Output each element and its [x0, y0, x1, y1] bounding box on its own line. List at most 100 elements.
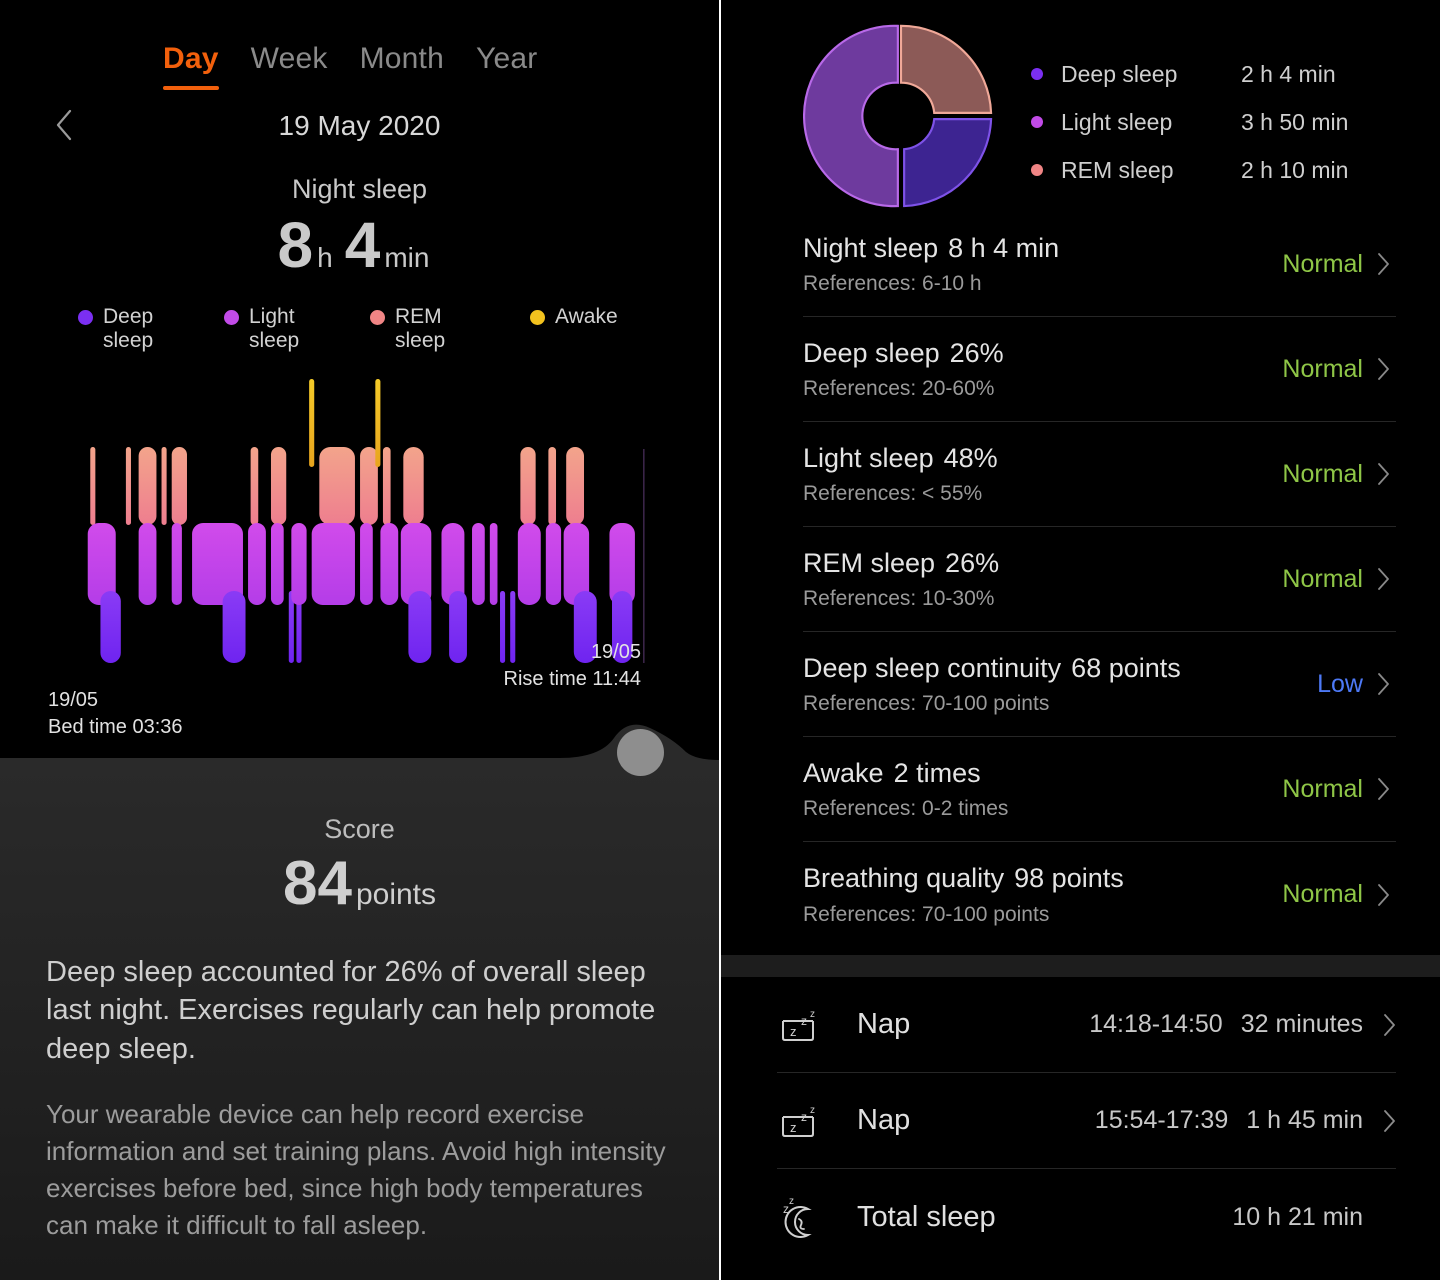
metric-value: 8 h 4 min [948, 232, 1060, 263]
metric-reference: References: 20-60% [803, 377, 995, 401]
hypnogram-bar-rem [520, 447, 536, 526]
chevron-right-icon[interactable] [1377, 567, 1390, 591]
status-badge: Normal [1282, 249, 1363, 278]
chevron-right-icon[interactable] [1377, 883, 1390, 907]
chevron-right-icon[interactable] [1383, 1109, 1396, 1133]
hypnogram-bar-rem [403, 447, 424, 526]
chevron-right-icon[interactable] [1377, 252, 1390, 276]
svg-text:z: z [810, 1105, 815, 1116]
nap-zz-icon: zzz [777, 1101, 839, 1141]
status-badge: Normal [1282, 880, 1363, 908]
hypnogram-bar-light [171, 523, 182, 606]
donut-svg [803, 24, 993, 208]
legend-rem-line1: REM [395, 305, 442, 328]
rise-time: Rise time 11:44 [503, 668, 641, 691]
naps-list: z z z Nap 14:18-14:50 32 minutes z z z Nap 15:54-1… [721, 977, 1440, 1265]
hypnogram-bar-rem [382, 447, 391, 526]
donut-legend: Deep sleep 2 h 4 min Light sleep 3 h 50 … [1031, 18, 1440, 212]
metric-reference: References: < 55% [803, 482, 983, 506]
deep-sleep-legend-value: 2 h 4 min [1241, 60, 1336, 87]
nap-duration: 1 h 45 min [1246, 1106, 1363, 1134]
light-sleep-color-dot [224, 310, 239, 325]
metric-row[interactable]: Awake 2 times References: 0-2 times Normal [803, 737, 1396, 842]
metric-status-group[interactable]: Normal [1282, 565, 1396, 594]
rem-sleep-color-dot [370, 310, 385, 325]
rem-sleep-dot [1031, 164, 1043, 176]
svg-text:z: z [790, 1120, 797, 1135]
donut-segment-deep [903, 118, 993, 208]
legend-light-line1: Light [249, 305, 295, 328]
metric-title: Awake 2 times [803, 757, 1008, 791]
metric-status-group[interactable]: Normal [1282, 775, 1396, 804]
nap-time-range: 14:18-14:50 [1089, 1010, 1223, 1038]
metric-row[interactable]: Light sleep 48% References: < 55% Normal [803, 422, 1396, 527]
metric-status-group[interactable]: Normal [1282, 355, 1396, 384]
metric-status-group[interactable]: Normal [1282, 460, 1396, 489]
chevron-right-icon[interactable] [1377, 357, 1390, 381]
metric-reference: References: 70-100 points [803, 902, 1050, 926]
sleep-metrics-list: Night sleep 8 h 4 min References: 6-10 h No… [721, 212, 1440, 947]
chevron-right-icon[interactable] [1377, 462, 1390, 486]
metric-name: REM sleep [803, 547, 936, 578]
nap-row[interactable]: z z z Nap 15:54-17:39 1 h 45 min [777, 1073, 1396, 1169]
metric-value: 68 points [1071, 652, 1181, 683]
metric-value: 26% [949, 337, 1004, 368]
metric-name: Night sleep [803, 232, 939, 263]
tab-month[interactable]: Month [360, 42, 444, 90]
metric-title: REM sleep 26% [803, 547, 999, 581]
rem-sleep-legend-label: REM sleep [1061, 156, 1174, 183]
chevron-right-icon[interactable] [1377, 777, 1390, 801]
legend-item-light-sleep: Light sleep [224, 305, 370, 353]
night-sleep-duration: 8 h 4 min [0, 213, 719, 277]
awake-color-dot [530, 310, 545, 325]
score-number: 84 [282, 849, 352, 918]
duration-minutes-unit: min [384, 242, 430, 273]
hypnogram-bar-rem [360, 447, 378, 526]
metric-row[interactable]: Deep sleep continuity 68 points References… [803, 632, 1396, 737]
metric-row[interactable]: REM sleep 26% References: 10-30% Normal [803, 527, 1396, 632]
metric-status-group[interactable]: Normal [1282, 250, 1396, 279]
metric-reference: References: 10-30% [803, 587, 995, 611]
hypnogram-bar-rem [250, 447, 259, 526]
night-sleep-label: Night sleep [291, 174, 428, 204]
duration-minutes: 4 [344, 209, 381, 281]
hypnogram-chart: 19/05 Rise time 11:44 19/05 Bed time 03:… [0, 371, 719, 738]
nap-row[interactable]: z z z Nap 14:18-14:50 32 minutes [777, 977, 1396, 1073]
hypnogram-bar-light [380, 523, 399, 606]
hypnogram-bar-light [517, 523, 541, 606]
advice-secondary: Your wearable device can help record exe… [46, 1098, 666, 1240]
chevron-right-icon[interactable] [1383, 1013, 1396, 1037]
chevron-right-icon[interactable] [1377, 672, 1390, 696]
metric-row[interactable]: Night sleep 8 h 4 min References: 6-10 h No… [803, 212, 1396, 317]
chevron-left-icon[interactable] [52, 108, 76, 141]
hypnogram-end-marker [643, 449, 645, 664]
metric-status-group[interactable]: Low [1317, 670, 1396, 699]
hypnogram-bar-rem [319, 447, 355, 526]
metric-name: Breathing quality [803, 863, 1005, 894]
hypnogram-bar-awake [375, 379, 381, 468]
metric-status-group[interactable]: Normal [1282, 880, 1396, 909]
metric-reference: References: 70-100 points [803, 692, 1050, 716]
metric-row[interactable]: Deep sleep 26% References: 20-60% Normal [803, 317, 1396, 422]
tab-day[interactable]: Day [163, 42, 219, 90]
hypnogram-bar-awake [309, 379, 315, 468]
tab-year[interactable]: Year [476, 42, 537, 90]
legend-item-rem-sleep: REM sleep [370, 305, 516, 353]
hypnogram-bar-rem [90, 447, 96, 526]
status-badge: Low [1317, 669, 1363, 698]
metric-row[interactable]: Breathing quality 98 points References: 70… [803, 842, 1396, 947]
sleep-donut-chart [803, 18, 1013, 212]
nap-label: Total sleep [857, 1200, 996, 1233]
nap-meta: 14:18-14:50 32 minutes [1089, 1010, 1363, 1039]
deep-sleep-color-dot [78, 310, 93, 325]
nap-time-range: 15:54-17:39 [1094, 1106, 1229, 1134]
score-sheet: Score 84 points Deep sleep accounted for … [0, 722, 719, 1280]
metric-reference: References: 0-2 times [803, 797, 1009, 821]
status-badge: Normal [1282, 564, 1363, 593]
bed-date: 19/05 [48, 689, 99, 712]
tab-week[interactable]: Week [251, 42, 328, 90]
svg-text:z: z [810, 1009, 815, 1020]
hypnogram-bar-rem [270, 447, 287, 526]
metric-title: Light sleep 48% [803, 442, 998, 476]
hypnogram-svg [87, 379, 645, 664]
